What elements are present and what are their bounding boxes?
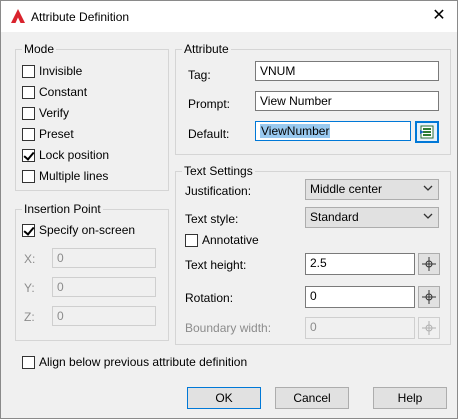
attribute-group-label: Attribute — [182, 42, 231, 56]
z-label: Z: — [24, 310, 35, 324]
preset-label: Preset — [39, 127, 74, 141]
boundary-width-label: Boundary width: — [185, 321, 272, 335]
pick-text-height-button[interactable] — [418, 253, 440, 275]
specify-on-screen-checkbox[interactable]: Specify on-screen — [22, 223, 135, 237]
pick-point-icon — [422, 321, 436, 335]
justification-label: Justification: — [185, 184, 252, 198]
close-icon: ✕ — [432, 7, 446, 24]
chevron-down-icon — [423, 213, 433, 219]
checkbox-box — [22, 127, 35, 141]
checkbox-box — [185, 233, 198, 247]
help-button[interactable]: Help — [373, 387, 447, 409]
attribute-definition-dialog: Attribute Definition ✕ Mode Invisible Co… — [0, 0, 458, 419]
y-label: Y: — [24, 281, 35, 295]
invisible-label: Invisible — [39, 64, 83, 78]
window-title: Attribute Definition — [31, 10, 130, 24]
z-input[interactable]: 0 — [52, 306, 156, 326]
default-value-selected: ViewNumber — [260, 124, 331, 138]
y-input[interactable]: 0 — [52, 277, 156, 297]
mode-group-label: Mode — [22, 42, 57, 56]
text-style-value: Standard — [310, 210, 359, 224]
lock-position-checkbox[interactable]: Lock position — [22, 148, 109, 162]
text-height-label: Text height: — [185, 258, 247, 272]
checkbox-box — [22, 355, 35, 369]
checkbox-box — [22, 85, 35, 99]
rotation-label: Rotation: — [185, 291, 234, 305]
ok-button[interactable]: OK — [187, 387, 261, 409]
verify-label: Verify — [39, 106, 70, 120]
multiple-lines-checkbox[interactable]: Multiple lines — [22, 169, 108, 183]
prompt-label: Prompt: — [188, 97, 231, 111]
pick-point-icon — [422, 257, 436, 271]
pick-rotation-button[interactable] — [418, 286, 440, 308]
insert-field-button[interactable] — [415, 121, 439, 143]
constant-checkbox[interactable]: Constant — [22, 85, 87, 99]
x-label: X: — [24, 252, 36, 266]
pick-point-icon — [422, 290, 436, 304]
close-button[interactable]: ✕ — [427, 4, 451, 28]
annotative-label: Annotative — [202, 233, 259, 247]
checkbox-box — [22, 148, 35, 162]
specify-on-screen-label: Specify on-screen — [39, 223, 136, 237]
align-below-checkbox[interactable]: Align below previous attribute definitio… — [22, 355, 247, 369]
rotation-input[interactable]: 0 — [305, 286, 415, 308]
autocad-logo-icon — [11, 9, 25, 23]
tag-input[interactable]: VNUM — [255, 61, 439, 81]
checkbox-box — [22, 223, 35, 237]
cancel-button[interactable]: Cancel — [275, 387, 349, 409]
default-label: Default: — [188, 127, 230, 141]
tag-label: Tag: — [188, 68, 211, 82]
insertion-point-group-label: Insertion Point — [22, 202, 103, 216]
justification-select[interactable]: Middle center — [305, 179, 439, 200]
text-settings-group-label: Text Settings — [182, 164, 255, 178]
annotative-checkbox[interactable]: Annotative — [185, 233, 259, 247]
checkbox-box — [22, 106, 35, 120]
checkbox-box — [22, 64, 35, 78]
prompt-input[interactable]: View Number — [255, 91, 439, 111]
checkbox-box — [22, 169, 35, 183]
x-input[interactable]: 0 — [52, 248, 156, 268]
preset-checkbox[interactable]: Preset — [22, 127, 74, 141]
multiple-lines-label: Multiple lines — [39, 169, 109, 183]
pick-boundary-width-button[interactable] — [418, 317, 440, 339]
constant-label: Constant — [39, 85, 88, 99]
text-style-label: Text style: — [185, 212, 239, 226]
verify-checkbox[interactable]: Verify — [22, 106, 69, 120]
justification-value: Middle center — [310, 182, 383, 196]
boundary-width-input[interactable]: 0 — [305, 317, 415, 339]
align-below-label: Align below previous attribute definitio… — [39, 355, 248, 369]
chevron-down-icon — [423, 185, 433, 191]
insert-field-icon — [420, 125, 434, 139]
title-bar: Attribute Definition ✕ — [1, 1, 457, 32]
invisible-checkbox[interactable]: Invisible — [22, 64, 82, 78]
lock-position-label: Lock position — [39, 148, 110, 162]
text-height-input[interactable]: 2.5 — [305, 253, 415, 275]
text-style-select[interactable]: Standard — [305, 207, 439, 228]
default-input[interactable]: ViewNumber — [255, 121, 411, 141]
